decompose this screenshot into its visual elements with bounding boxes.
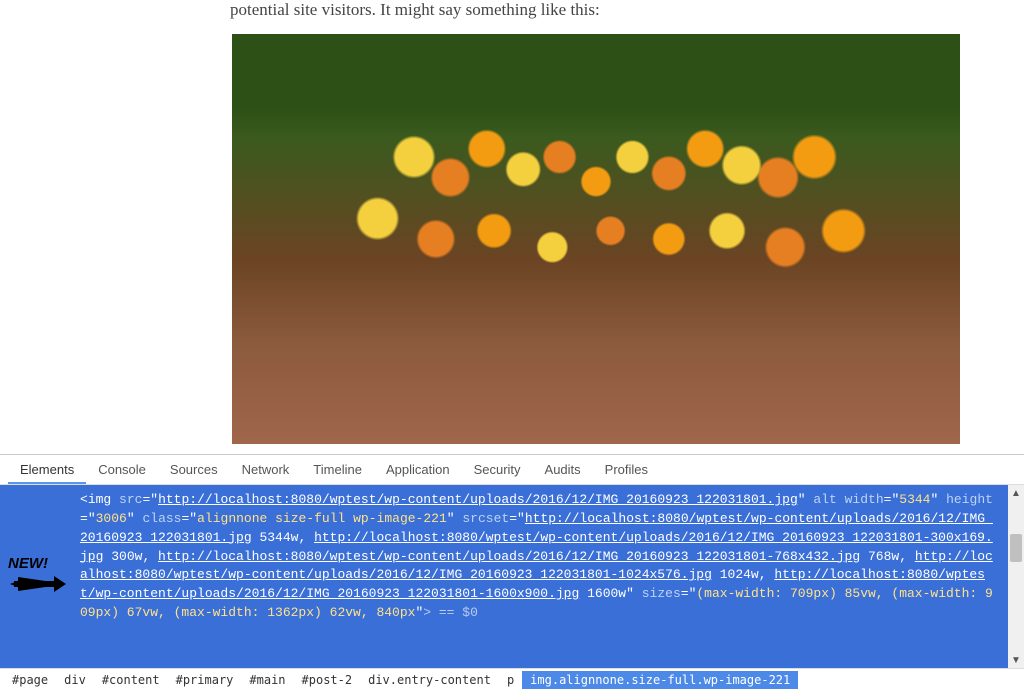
crumb-main[interactable]: #main [241,671,293,689]
srcset-url-2[interactable]: http://localhost:8080/wptest/wp-content/… [158,549,860,564]
devtools-tabbar: Elements Console Sources Network Timelin… [0,455,1024,485]
tab-security[interactable]: Security [462,457,533,484]
attr-src[interactable]: http://localhost:8080/wptest/wp-content/… [158,492,798,507]
embedded-image[interactable] [232,34,960,444]
crumb-primary[interactable]: #primary [168,671,242,689]
attr-class: alignnone size-full wp-image-221 [197,511,447,526]
arrow-icon [10,576,66,592]
scroll-thumb[interactable] [1010,534,1022,562]
tag-name: img [88,492,111,507]
tab-sources[interactable]: Sources [158,457,230,484]
scroll-up-icon[interactable]: ▲ [1008,485,1024,501]
scroll-down-icon[interactable]: ▼ [1008,652,1024,668]
tab-console[interactable]: Console [86,457,158,484]
tab-audits[interactable]: Audits [533,457,593,484]
crumb-img[interactable]: img.alignnone.size-full.wp-image-221 [522,671,798,689]
crumb-p[interactable]: p [499,671,522,689]
elements-panel-body: NEW! <img src="http://localhost:8080/wpt… [0,485,1024,668]
new-annotation-label: NEW! [8,555,48,572]
tab-elements[interactable]: Elements [8,457,86,484]
selected-element-html[interactable]: <img src="http://localhost:8080/wptest/w… [0,485,1008,668]
crumb-post[interactable]: #post-2 [294,671,361,689]
intro-paragraph: potential site visitors. It might say so… [230,0,1024,20]
scroll-track[interactable] [1008,501,1024,652]
tab-network[interactable]: Network [230,457,302,484]
attr-height: 3006 [96,511,127,526]
crumb-div[interactable]: div [56,671,94,689]
tag-close: > == $0 [423,605,478,620]
webpage-content: potential site visitors. It might say so… [0,0,1024,454]
dom-breadcrumb: #page div #content #primary #main #post-… [0,668,1024,690]
crumb-entry[interactable]: div.entry-content [360,671,499,689]
tab-timeline[interactable]: Timeline [301,457,374,484]
crumb-page[interactable]: #page [4,671,56,689]
tab-profiles[interactable]: Profiles [593,457,660,484]
tab-application[interactable]: Application [374,457,462,484]
crumb-content[interactable]: #content [94,671,168,689]
devtools-panel: Elements Console Sources Network Timelin… [0,454,1024,690]
attr-width: 5344 [899,492,930,507]
vertical-scrollbar[interactable]: ▲ ▼ [1008,485,1024,668]
